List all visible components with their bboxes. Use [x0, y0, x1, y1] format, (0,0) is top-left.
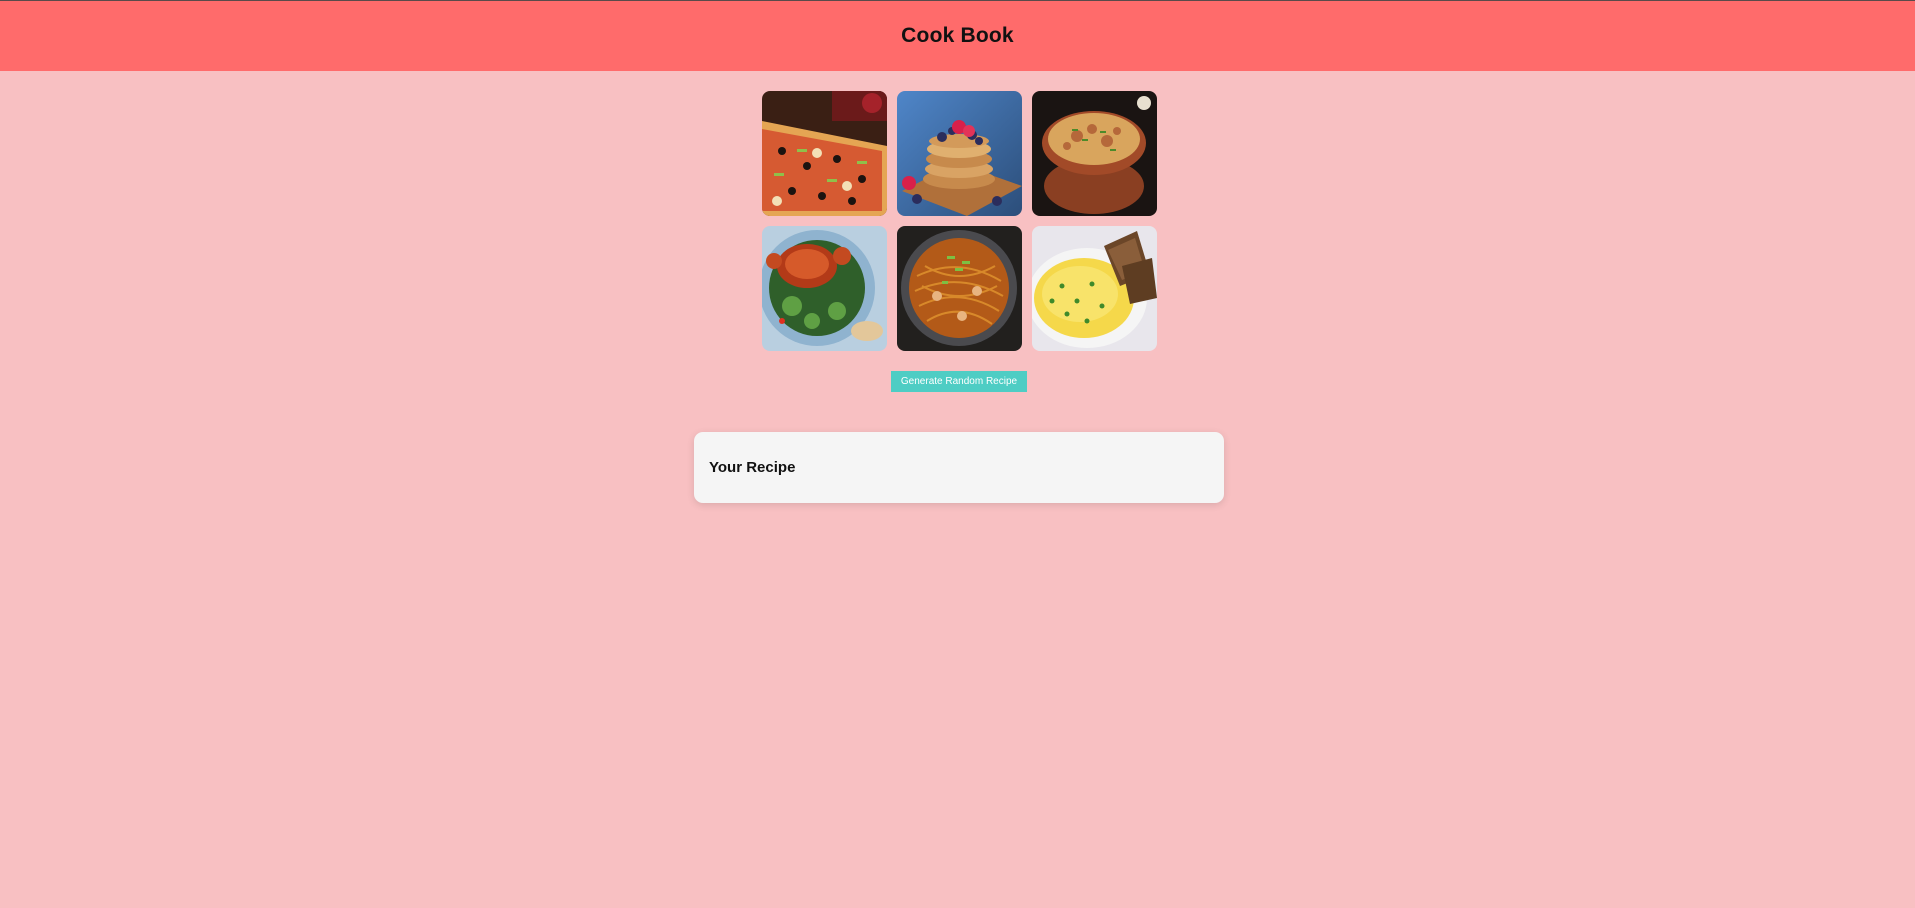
food-gallery: [762, 91, 1157, 351]
generate-recipe-button[interactable]: Generate Random Recipe: [891, 371, 1027, 392]
biryani-image[interactable]: [1032, 91, 1157, 216]
crab-image[interactable]: [762, 226, 887, 351]
recipe-heading: Your Recipe: [709, 459, 796, 476]
omelette-image[interactable]: [1032, 226, 1157, 351]
cook-book-page: Cook Book Generate Random Recipe Your Re…: [0, 0, 1915, 908]
page-title: Cook Book: [901, 24, 1014, 47]
noodles-image[interactable]: [897, 226, 1022, 351]
pizza-image[interactable]: [762, 91, 887, 216]
app-header: Cook Book: [0, 0, 1915, 71]
recipe-card: Your Recipe: [694, 432, 1224, 503]
pancakes-image[interactable]: [897, 91, 1022, 216]
